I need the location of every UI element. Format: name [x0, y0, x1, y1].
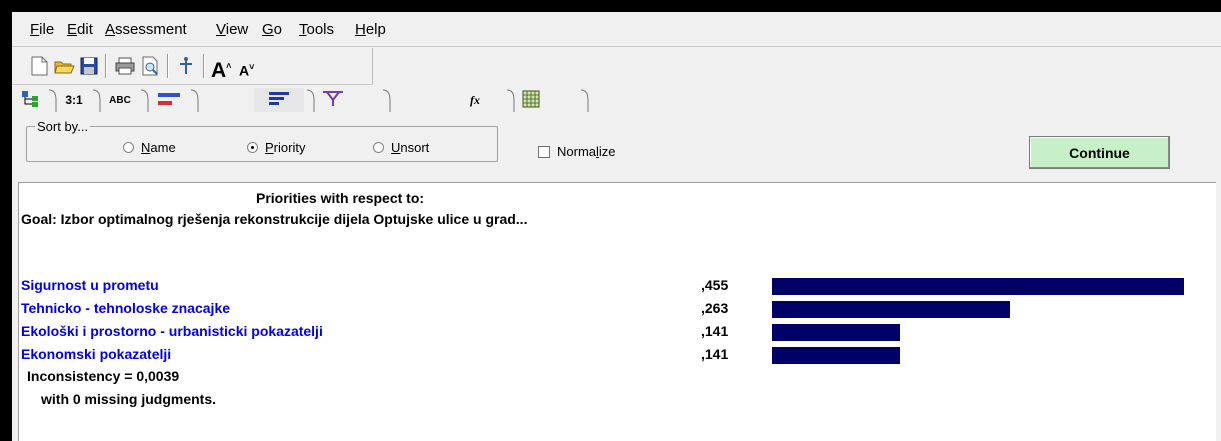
- priorities-heading: Priorities with respect to:: [256, 190, 425, 206]
- new-file-icon[interactable]: [28, 55, 50, 77]
- menu-help[interactable]: Help: [355, 21, 386, 38]
- radio-dot-selected: [247, 142, 258, 153]
- criterion-label[interactable]: Ekološki i prostorno - urbanisticki poka…: [21, 323, 323, 339]
- criterion-label[interactable]: Sigurnost u prometu: [21, 277, 159, 293]
- criterion-label[interactable]: Tehnicko - tehnoloske znacajke: [21, 300, 230, 316]
- branch-icon: [321, 90, 345, 111]
- tab-sensitivity[interactable]: [316, 88, 350, 112]
- print-preview-icon[interactable]: [139, 55, 161, 77]
- sort-priority-radio[interactable]: Priority: [247, 140, 305, 155]
- sort-unsort-radio[interactable]: Unsort: [373, 140, 429, 155]
- goal-text: Goal: Izbor optimalnog rješenja rekonstr…: [21, 211, 528, 227]
- hierarchy-icon[interactable]: [175, 55, 197, 77]
- priority-bar: [772, 301, 1010, 318]
- tab-pairwise-verbal[interactable]: ABC: [104, 88, 136, 112]
- sort-by-group: Sort by... Name Priority Unsort: [26, 119, 498, 162]
- app-window: File Edit Assessment View Go Tools Help …: [12, 12, 1221, 441]
- font-smaller-icon[interactable]: A˅: [239, 55, 261, 79]
- tree-view-icon: [21, 90, 41, 111]
- radio-dot: [373, 142, 384, 153]
- priority-sort-icon: [267, 91, 291, 110]
- criterion-value: ,455: [701, 277, 729, 293]
- sort-toolbar: Sort by... Name Priority Unsort Normaliz…: [12, 116, 1221, 180]
- menu-assessment[interactable]: Assessment: [105, 21, 187, 38]
- normalize-checkbox[interactable]: Normalize: [538, 144, 616, 159]
- bar-graph-icon: [157, 92, 181, 109]
- criterion-value: ,141: [701, 346, 729, 362]
- inconsistency-text: Inconsistency = 0,0039: [27, 368, 180, 384]
- menu-tools[interactable]: Tools: [299, 21, 334, 38]
- sort-name-radio[interactable]: Name: [123, 140, 176, 155]
- grid-icon: [522, 90, 540, 111]
- sort-by-legend: Sort by...: [35, 119, 91, 134]
- priority-bar: [772, 278, 1184, 295]
- print-icon[interactable]: [114, 55, 136, 77]
- tab-pairwise-numerical[interactable]: 3:1: [58, 88, 90, 112]
- tab-priorities[interactable]: [254, 88, 304, 112]
- tab-formula[interactable]: fx: [460, 88, 490, 112]
- menu-file[interactable]: File: [30, 21, 54, 38]
- radio-dot: [123, 142, 134, 153]
- formula-icon: fx: [470, 92, 480, 107]
- checkbox-box: [538, 145, 550, 158]
- menu-view[interactable]: View: [216, 21, 248, 38]
- tab-graphical[interactable]: [152, 88, 186, 112]
- view-tabs: 3:1 ABC fx: [12, 86, 1221, 114]
- priority-bar: [772, 324, 900, 341]
- menu-edit[interactable]: Edit: [67, 21, 93, 38]
- menu-bar: File Edit Assessment View Go Tools Help: [12, 12, 1221, 47]
- save-icon[interactable]: [78, 55, 100, 77]
- font-larger-icon[interactable]: A˄: [211, 55, 233, 82]
- missing-judgments-text: with 0 missing judgments.: [41, 391, 217, 407]
- criterion-value: ,141: [701, 323, 729, 339]
- criterion-value: ,263: [701, 300, 729, 316]
- open-folder-icon[interactable]: [53, 55, 75, 77]
- toolbar: A˄ A˅: [12, 48, 373, 85]
- continue-button[interactable]: Continue: [1029, 136, 1170, 169]
- priorities-panel: Priorities with respect to: Goal: Izbor …: [18, 182, 1216, 441]
- menu-go[interactable]: Go: [262, 21, 282, 38]
- priority-bar: [772, 347, 900, 364]
- tab-grid[interactable]: [516, 88, 546, 112]
- tab-tree-view[interactable]: [16, 88, 46, 112]
- criterion-label[interactable]: Ekonomski pokazatelji: [21, 346, 171, 362]
